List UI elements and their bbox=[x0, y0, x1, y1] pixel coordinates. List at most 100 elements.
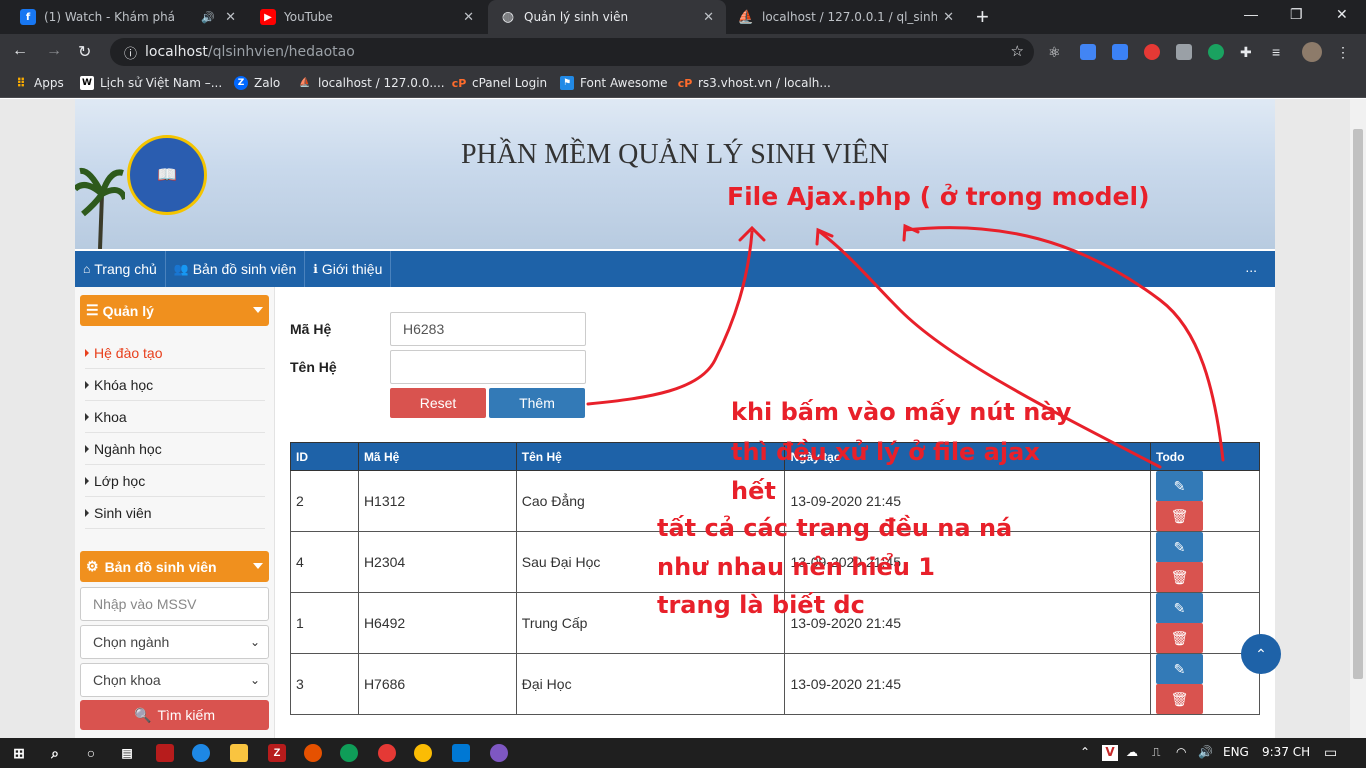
cell-id: 2 bbox=[290, 470, 359, 532]
network-icon[interactable]: ⎍ bbox=[1152, 745, 1160, 760]
bookmark-phpmyadmin[interactable]: ⛵ localhost / 127.0.0.... bbox=[298, 76, 444, 90]
faculty-select[interactable]: Chọn khoa ⌄ bbox=[80, 663, 269, 697]
search-button[interactable]: 🔍 Tìm kiếm bbox=[80, 700, 269, 730]
tab-quan-ly-sinh-vien[interactable]: ◍ Quản lý sinh viên ✕ bbox=[488, 0, 726, 34]
close-icon[interactable]: ✕ bbox=[463, 10, 474, 25]
wifi-icon[interactable]: ◠ bbox=[1176, 745, 1186, 759]
grammar-icon[interactable] bbox=[1208, 44, 1224, 60]
close-icon[interactable]: ✕ bbox=[943, 10, 954, 25]
cloud-icon[interactable]: ☁ bbox=[1126, 745, 1138, 759]
edit-button[interactable]: ✎ bbox=[1156, 532, 1204, 562]
bookmark-font-awesome[interactable]: ⚑ Font Awesome bbox=[560, 76, 668, 90]
ten-he-input[interactable] bbox=[390, 350, 586, 384]
close-icon[interactable]: ✕ bbox=[703, 10, 714, 25]
sidebar-item-khoa[interactable]: Khoa bbox=[85, 401, 265, 433]
bookmark-rs3[interactable]: cP rs3.vhost.vn / localh... bbox=[678, 76, 831, 90]
reset-button[interactable]: Reset bbox=[390, 388, 486, 418]
chrome-icon[interactable] bbox=[414, 744, 432, 762]
maximize-icon[interactable]: ❐ bbox=[1290, 6, 1303, 23]
filezilla-icon[interactable]: Z bbox=[268, 744, 286, 762]
phpmyadmin-icon: ⛵ bbox=[299, 78, 311, 88]
react-devtools-icon[interactable]: ⚛ bbox=[1048, 44, 1064, 60]
yab-icon[interactable] bbox=[1144, 44, 1160, 60]
sidebar-item-sinh-vien[interactable]: Sinh viên bbox=[85, 497, 265, 529]
minimize-icon[interactable]: — bbox=[1244, 6, 1258, 22]
notifications-icon[interactable]: ▭ bbox=[1324, 745, 1337, 761]
search-icon[interactable]: ⌕ bbox=[46, 744, 64, 762]
edit-button[interactable]: ✎ bbox=[1156, 654, 1204, 684]
bookmark-cpanel[interactable]: cP cPanel Login bbox=[452, 76, 547, 90]
extensions-icon[interactable]: ✚ bbox=[1240, 44, 1256, 60]
delete-button[interactable]: 🗑 bbox=[1156, 623, 1204, 653]
windows-start-icon[interactable]: ⊞ bbox=[10, 744, 28, 762]
tray-chevron-icon[interactable]: ⌃ bbox=[1080, 745, 1090, 759]
edge-icon[interactable] bbox=[340, 744, 358, 762]
sidebar-item-lop-hoc[interactable]: Lớp học bbox=[85, 465, 265, 497]
close-window-icon[interactable]: ✕ bbox=[1336, 6, 1348, 23]
task-view-icon[interactable]: ▤ bbox=[118, 744, 136, 762]
media-queue-icon[interactable]: ≡ bbox=[1272, 44, 1288, 60]
sidebar-item-khoa-hoc[interactable]: Khóa học bbox=[85, 369, 265, 401]
gear-icon: ⚙ bbox=[86, 558, 99, 574]
back-to-top-button[interactable]: ⌃ bbox=[1241, 634, 1281, 674]
add-button[interactable]: Thêm bbox=[489, 388, 585, 418]
messenger-icon[interactable] bbox=[192, 744, 210, 762]
sidebar-map-header[interactable]: ⚙ Bản đồ sinh viên bbox=[80, 551, 269, 582]
delete-button[interactable]: 🗑 bbox=[1156, 501, 1204, 531]
chevron-up-icon: ⌃ bbox=[1255, 645, 1267, 662]
edit-button[interactable]: ✎ bbox=[1156, 593, 1204, 623]
edit-button[interactable]: ✎ bbox=[1156, 471, 1204, 501]
forward-icon[interactable]: → bbox=[46, 42, 62, 60]
sidebar-item-nganh-hoc[interactable]: Ngành học bbox=[85, 433, 265, 465]
nav-about[interactable]: ℹ Giới thiệu bbox=[305, 251, 392, 287]
delete-button[interactable]: 🗑 bbox=[1156, 684, 1204, 714]
back-icon[interactable]: ← bbox=[12, 42, 28, 60]
info-icon[interactable]: ⓘ bbox=[124, 43, 137, 62]
game-app-icon[interactable] bbox=[156, 744, 174, 762]
url-bar[interactable]: ⓘ localhost/qlsinhvien/hedaotao ☆ bbox=[110, 38, 1034, 66]
tab-phpmyadmin[interactable]: ⛵ localhost / 127.0.0.1 / ql_sinhvien ✕ bbox=[726, 0, 966, 34]
ma-he-input[interactable]: H6283 bbox=[390, 312, 586, 346]
caret-right-icon bbox=[85, 412, 89, 421]
bookmark-label: Font Awesome bbox=[580, 76, 668, 90]
mssv-input[interactable]: Nhập vào MSSV bbox=[80, 587, 269, 621]
sidebar-manage-header[interactable]: ☰ Quản lý bbox=[80, 295, 269, 326]
nav-student-map[interactable]: 👥 Bản đồ sinh viên bbox=[166, 251, 306, 287]
xampp-icon[interactable] bbox=[304, 744, 322, 762]
table-row: 3 H7686 Đại Học 13-09-2020 21:45 ✎ 🗑 bbox=[290, 653, 1260, 715]
clock[interactable]: 9:37 CH bbox=[1262, 745, 1310, 759]
nav-home[interactable]: ⌂ Trang chủ bbox=[75, 251, 166, 287]
download-icon[interactable] bbox=[1112, 44, 1128, 60]
volume-icon[interactable]: 🔊 bbox=[1198, 745, 1213, 759]
camera-icon[interactable] bbox=[1176, 44, 1192, 60]
nav-more[interactable]: ... bbox=[1245, 259, 1257, 275]
paint-icon[interactable] bbox=[378, 744, 396, 762]
bookmark-apps[interactable]: ⠿ Apps bbox=[14, 76, 63, 90]
cortana-icon[interactable]: ○ bbox=[82, 744, 100, 762]
reload-icon[interactable]: ↻ bbox=[78, 42, 91, 62]
menu-dots-icon[interactable]: ⋮ bbox=[1336, 44, 1352, 60]
vscode-icon[interactable] bbox=[452, 744, 470, 762]
tab-youtube[interactable]: ▶ YouTube ✕ bbox=[248, 0, 486, 34]
tab-facebook[interactable]: f (1) Watch - Khám phá 🔊 ✕ bbox=[8, 0, 248, 34]
speaker-icon[interactable]: 🔊 bbox=[201, 11, 215, 24]
annotation-buttons-note-1: khi bấm vào mấy nút này bbox=[731, 398, 1072, 426]
delete-button[interactable]: 🗑 bbox=[1156, 562, 1204, 592]
bookmark-wikipedia[interactable]: W Lịch sử Việt Nam –... bbox=[80, 76, 222, 90]
new-tab-button[interactable]: + bbox=[976, 4, 989, 30]
language-indicator[interactable]: ENG bbox=[1223, 745, 1249, 759]
bookmark-star-icon[interactable]: ☆ bbox=[1011, 42, 1024, 60]
scrollbar[interactable] bbox=[1350, 99, 1366, 738]
file-explorer-icon[interactable] bbox=[230, 744, 248, 762]
close-icon[interactable]: ✕ bbox=[225, 10, 236, 25]
profile-avatar[interactable] bbox=[1302, 42, 1322, 62]
app-icon[interactable] bbox=[490, 744, 508, 762]
major-select[interactable]: Chọn ngành ⌄ bbox=[80, 625, 269, 659]
bookmark-zalo[interactable]: Z Zalo bbox=[234, 76, 280, 90]
nav-label: Giới thiệu bbox=[321, 261, 383, 277]
v-app-icon[interactable]: V bbox=[1102, 745, 1118, 761]
scrollbar-thumb[interactable] bbox=[1353, 129, 1363, 679]
cell-ma-he: H1312 bbox=[357, 470, 517, 532]
translate-icon[interactable] bbox=[1080, 44, 1096, 60]
sidebar-item-he-dao-tao[interactable]: Hệ đào tạo bbox=[85, 337, 265, 369]
